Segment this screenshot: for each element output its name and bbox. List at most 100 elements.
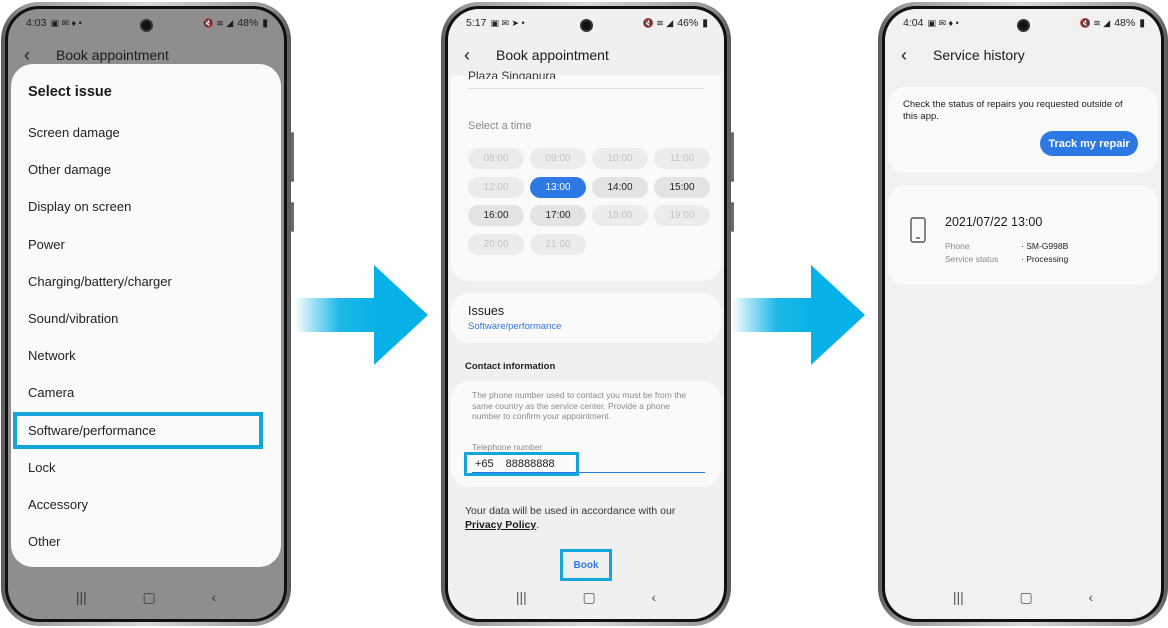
issue-item[interactable]: Screen damage: [28, 114, 264, 151]
phone-number-highlight: [464, 452, 579, 476]
notification-icons: ▣ ✉ ➤ •: [490, 17, 525, 28]
issue-item[interactable]: Power: [28, 226, 264, 263]
time-slot[interactable]: 17:00: [530, 205, 586, 226]
issue-list: Screen damage Other damage Display on scre…: [13, 114, 264, 560]
navigation-bar: ||| ▢ ‹: [8, 575, 284, 619]
front-camera: [140, 19, 153, 32]
record-phone-value: · SM-G998B: [1021, 241, 1069, 251]
arrow-right-icon: [294, 265, 428, 365]
status-value: Processing: [1026, 254, 1069, 264]
nav-back-icon[interactable]: ‹: [1088, 589, 1093, 605]
divider: [468, 88, 704, 89]
status-battery: 48%: [1114, 17, 1136, 29]
page-title: Service history: [933, 47, 1025, 63]
privacy-text: Your data will be used in accordance wit…: [465, 505, 676, 517]
time-slot: 12:00: [468, 176, 524, 198]
time-slot: 09:00: [530, 148, 586, 169]
time-slot: 08:00: [468, 148, 524, 169]
sheet-title: Select issue: [28, 84, 112, 100]
track-repair-card: Check the status of repairs you requeste…: [888, 87, 1158, 173]
issue-item[interactable]: Sound/vibration: [28, 300, 264, 337]
issue-item[interactable]: Lock: [28, 449, 264, 486]
signal-icons: 🔇 ≋ ◢: [642, 17, 674, 28]
app-bar: ‹ Book appointment: [448, 39, 724, 71]
volume-button: [731, 132, 734, 182]
issue-item[interactable]: Accessory: [28, 486, 264, 523]
time-card: Plaza Singapura Select a time 08:00 09:00…: [451, 69, 721, 281]
time-slot: 18:00: [592, 205, 648, 226]
app-bar: ‹ Service history: [885, 39, 1161, 71]
home-icon[interactable]: ▢: [143, 589, 156, 606]
privacy-end: .: [536, 519, 540, 531]
phone-device-icon: [910, 217, 926, 243]
phone-model: SM-G998B: [1026, 241, 1069, 251]
issue-item[interactable]: Other damage: [28, 151, 264, 188]
screen-book-appointment: 5:17 ▣ ✉ ➤ • 🔇 ≋ ◢ 46% ▮ ‹ Book appointment…: [448, 9, 724, 619]
issue-item[interactable]: Network: [28, 337, 264, 374]
back-icon[interactable]: ‹: [24, 45, 48, 66]
issues-card[interactable]: Issues Software/performance: [451, 293, 721, 343]
phone-number-label: Telephone number: [472, 442, 543, 452]
issue-item[interactable]: Software/performance: [13, 411, 264, 449]
notification-icons: ▣ ✉ ♦ •: [927, 17, 959, 28]
back-icon[interactable]: ‹: [901, 45, 925, 66]
select-issue-sheet: Select issue Screen damage Other damage Di…: [11, 64, 281, 567]
power-button: [731, 202, 734, 232]
arrow-right-icon: [731, 265, 865, 365]
location-text: Plaza Singapura: [468, 69, 557, 79]
front-camera: [1017, 19, 1030, 32]
track-info-text: Check the status of repairs you requeste…: [903, 99, 1123, 122]
select-time-label: Select a time: [468, 120, 532, 132]
time-slot: 19:00: [654, 205, 710, 226]
time-slot[interactable]: 14:00: [592, 176, 648, 198]
time-slot[interactable]: 13:00: [530, 176, 586, 198]
status-time: 4:04: [903, 17, 924, 29]
power-button: [291, 202, 294, 232]
home-icon[interactable]: ▢: [1020, 589, 1033, 606]
recent-apps-icon[interactable]: |||: [953, 589, 964, 605]
nav-back-icon[interactable]: ‹: [211, 589, 216, 605]
recent-apps-icon[interactable]: |||: [76, 589, 87, 605]
contact-header: Contact information: [465, 361, 556, 372]
home-icon[interactable]: ▢: [583, 589, 596, 606]
front-camera: [580, 19, 593, 32]
navigation-bar: ||| ▢ ‹: [885, 575, 1161, 619]
issue-item[interactable]: Charging/battery/charger: [28, 263, 264, 300]
volume-button: [291, 132, 294, 182]
screen-service-history: 4:04 ▣ ✉ ♦ • 🔇 ≋ ◢ 48% ▮ ‹ Service history …: [885, 9, 1161, 619]
screen-select-issue: 4:03 ▣ ✉ ♦ • 🔇 ≋ ◢ 48% ▮ ‹ Book appointment…: [8, 9, 284, 619]
status-time: 4:03: [26, 17, 47, 29]
contact-note: The phone number used to contact you mus…: [472, 390, 687, 421]
track-my-repair-button[interactable]: Track my repair: [1040, 131, 1138, 156]
privacy-policy-link[interactable]: Privacy Policy: [465, 519, 536, 531]
signal-icons: 🔇 ≋ ◢: [1079, 17, 1111, 28]
battery-icon: ▮: [702, 17, 708, 29]
time-slot[interactable]: 15:00: [654, 176, 710, 198]
phone-book-appointment: 5:17 ▣ ✉ ➤ • 🔇 ≋ ◢ 46% ▮ ‹ Book appointment…: [441, 2, 734, 626]
status-time: 5:17: [466, 17, 487, 29]
service-record-card[interactable]: 2021/07/22 13:00 Phone · SM-G998B Servic…: [888, 185, 1158, 285]
issue-item[interactable]: Camera: [28, 374, 264, 411]
time-slot[interactable]: 16:00: [468, 205, 524, 226]
phone-select-issue: 4:03 ▣ ✉ ♦ • 🔇 ≋ ◢ 48% ▮ ‹ Book appointment…: [1, 2, 294, 626]
issue-item[interactable]: Other: [28, 523, 264, 560]
page-title: Book appointment: [496, 47, 609, 63]
time-slot: 21:00: [530, 233, 586, 255]
issue-item[interactable]: Display on screen: [28, 188, 264, 225]
time-slot: 10:00: [592, 148, 648, 169]
time-slot: 20:00: [468, 233, 524, 255]
issues-title: Issues: [468, 304, 505, 318]
back-icon[interactable]: ‹: [464, 45, 488, 66]
record-phone-label: Phone: [945, 241, 970, 251]
signal-icons: 🔇 ≋ ◢: [202, 17, 234, 28]
recent-apps-icon[interactable]: |||: [516, 589, 527, 605]
navigation-bar: ||| ▢ ‹: [448, 575, 724, 619]
phone-service-history: 4:04 ▣ ✉ ♦ • 🔇 ≋ ◢ 48% ▮ ‹ Service history …: [878, 2, 1168, 626]
status-battery: 46%: [677, 17, 699, 29]
record-status-label: Service status: [945, 254, 999, 264]
issues-value: Software/performance: [468, 321, 562, 332]
record-status-value: · Processing: [1021, 254, 1069, 264]
nav-back-icon[interactable]: ‹: [651, 589, 656, 605]
notification-icons: ▣ ✉ ♦ •: [50, 17, 82, 28]
page-title: Book appointment: [56, 47, 169, 63]
